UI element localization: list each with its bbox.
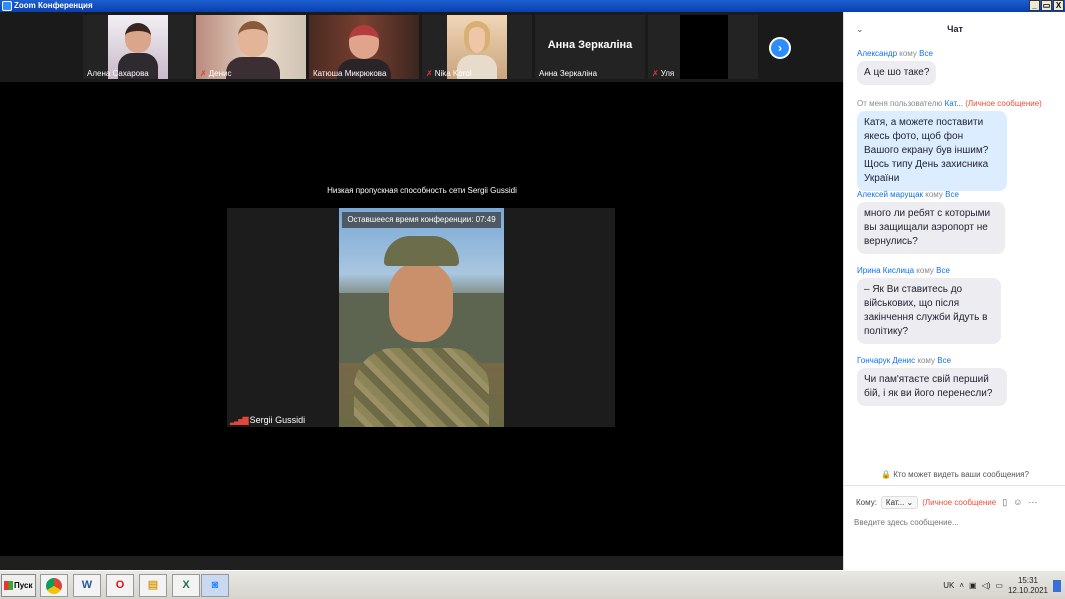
participant-name-display: Анна Зеркаліна xyxy=(547,39,633,51)
minimize-button[interactable]: _ xyxy=(1029,0,1040,11)
chat-message: Александр кому Все А це шо таке? xyxy=(857,49,1057,85)
message-sender[interactable]: Ирина Кислица xyxy=(857,266,914,275)
show-hidden-icons-icon[interactable]: ˄ xyxy=(959,581,964,590)
excel-icon[interactable]: X xyxy=(172,574,200,597)
message-sender[interactable]: Александр xyxy=(857,49,897,58)
chevron-right-icon: › xyxy=(778,41,782,55)
explorer-icon[interactable]: ▤ xyxy=(139,574,167,597)
who-can-see-link[interactable]: 🔒 Кто может видеть ваши сообщения? xyxy=(844,470,1065,479)
next-page-button[interactable]: › xyxy=(769,37,791,59)
participant-tile[interactable]: Алена Сахарова xyxy=(83,15,193,79)
chrome-icon[interactable] xyxy=(40,574,68,597)
participant-name: Анна Зеркаліна xyxy=(539,69,598,78)
network-notice: Низкая пропускная способность сети Sergi… xyxy=(327,186,517,195)
file-icon[interactable]: ▯ xyxy=(1002,497,1007,508)
opera-icon[interactable]: O xyxy=(106,574,134,597)
restore-button[interactable]: ▭ xyxy=(1041,0,1052,11)
message-recipient[interactable]: Все xyxy=(936,266,950,275)
message-recipient[interactable]: Все xyxy=(945,190,959,199)
word-icon[interactable]: W xyxy=(73,574,101,597)
participant-name: ✗ Nika Korol xyxy=(426,69,472,78)
more-options-icon[interactable]: ⋯ xyxy=(1028,497,1037,508)
volume-icon[interactable]: ◁) xyxy=(982,581,991,590)
video-area: Алена Сахарова ✗Денис Катюша Микрюкова xyxy=(0,12,843,570)
muted-mic-icon: ✗ xyxy=(426,69,433,78)
chat-message: От меня пользователю Кат... (Личное сооб… xyxy=(857,99,1063,191)
message-text: – Як Ви ставитесь до військових, що післ… xyxy=(857,278,1001,344)
private-message-label: (Личное сообщение) xyxy=(965,99,1042,108)
participant-tile[interactable]: ✗ Nika Korol xyxy=(422,15,532,79)
emoji-icon[interactable]: ☺ xyxy=(1013,497,1022,507)
message-sender[interactable]: Алексей марущак xyxy=(857,190,923,199)
chat-message: Алексей марущак кому Все много ли ребят … xyxy=(857,190,1057,254)
message-text: Чи пам'ятаєте свій перший бій, і як ви й… xyxy=(857,368,1007,406)
clock[interactable]: 15:31 12.10.2021 xyxy=(1008,576,1048,596)
message-text: Катя, а можете поставити якесь фото, щоб… xyxy=(857,111,1007,191)
chat-panel: ⌄ Чат Александр кому Все А це шо таке? О… xyxy=(843,12,1065,570)
remaining-time: Оставшееся время конференции: 07:49 xyxy=(342,212,501,228)
private-message-label: (Личное сообщение xyxy=(922,497,997,507)
muted-mic-icon: ✗ xyxy=(652,69,659,78)
user-lock-icon: 🔒 xyxy=(881,470,891,479)
recipient-select[interactable]: Кат... ⌄ xyxy=(880,495,919,509)
participant-tile[interactable]: ✗ Денис xyxy=(196,15,306,79)
speaker-name: ▂▃▅▇ Sergii Gussidi xyxy=(230,415,306,425)
windows-logo-icon xyxy=(4,581,13,590)
language-indicator[interactable]: UK xyxy=(943,581,954,590)
participant-tile[interactable]: Анна Зеркаліна Анна Зеркаліна xyxy=(535,15,645,79)
chat-message: Ирина Кислица кому Все – Як Ви ставитесь… xyxy=(857,266,1057,344)
zoom-icon xyxy=(2,1,12,11)
active-speaker-tile[interactable]: Оставшееся время конференции: 07:49 ▂▃▅▇… xyxy=(227,208,615,427)
system-tray: UK ˄ ▣ ◁) ▭ 15:31 12.10.2021 xyxy=(943,574,1065,597)
chat-title: Чат xyxy=(947,24,963,34)
muted-mic-icon: ✗ xyxy=(200,69,207,78)
recipient-row: Кому: Кат... ⌄ (Личное сообщение ▯ ☺ ⋯ xyxy=(856,495,1061,509)
message-recipient[interactable]: Кат... xyxy=(945,99,963,108)
message-recipient[interactable]: Все xyxy=(919,49,933,58)
participant-tile[interactable]: Катюша Микрюкова xyxy=(309,15,419,79)
monitor-icon[interactable]: ▭ xyxy=(995,581,1003,590)
participant-name: ✗ Уля xyxy=(652,69,675,78)
signal-bars-icon: ▂▃▅▇ xyxy=(230,416,249,425)
chat-message-input[interactable] xyxy=(854,515,1054,529)
zoom-icon[interactable]: ◙ xyxy=(201,574,229,597)
start-button[interactable]: Пуск xyxy=(1,574,36,597)
message-text: много ли ребят с которыми вы защищали аэ… xyxy=(857,202,1005,254)
message-recipient[interactable]: Все xyxy=(937,356,951,365)
close-button[interactable]: X xyxy=(1053,0,1064,11)
participant-strip: Алена Сахарова ✗Денис Катюша Микрюкова xyxy=(0,12,843,82)
message-text: А це шо таке? xyxy=(857,61,937,85)
chat-header: ⌄ Чат xyxy=(844,12,1065,46)
to-label: Кому: xyxy=(856,497,877,507)
window-title-bar: Zoom Конференция _ ▭ X xyxy=(0,0,1065,12)
show-desktop-button[interactable] xyxy=(1053,579,1061,592)
participant-video xyxy=(680,15,728,79)
participant-name: ✗ Денис xyxy=(200,69,232,78)
chat-message: Гончарук Денис кому Все Чи пам'ятаєте св… xyxy=(857,356,1057,406)
speaker-video: Оставшееся время конференции: 07:49 xyxy=(339,208,504,427)
window-title: Zoom Конференция xyxy=(14,1,93,10)
divider xyxy=(844,485,1065,486)
participant-name: Алена Сахарова xyxy=(87,69,149,78)
video-footer xyxy=(0,556,843,570)
message-sender[interactable]: Гончарук Денис xyxy=(857,356,915,365)
chevron-down-icon[interactable]: ⌄ xyxy=(856,12,864,46)
participant-name: Катюша Микрюкова xyxy=(313,69,387,78)
taskbar: Пуск W O ▤ X ◙ UK ˄ ▣ ◁) ▭ 15:31 12.10.2… xyxy=(0,570,1065,599)
network-icon[interactable]: ▣ xyxy=(969,581,977,590)
participant-tile[interactable]: ✗ Уля xyxy=(648,15,758,79)
